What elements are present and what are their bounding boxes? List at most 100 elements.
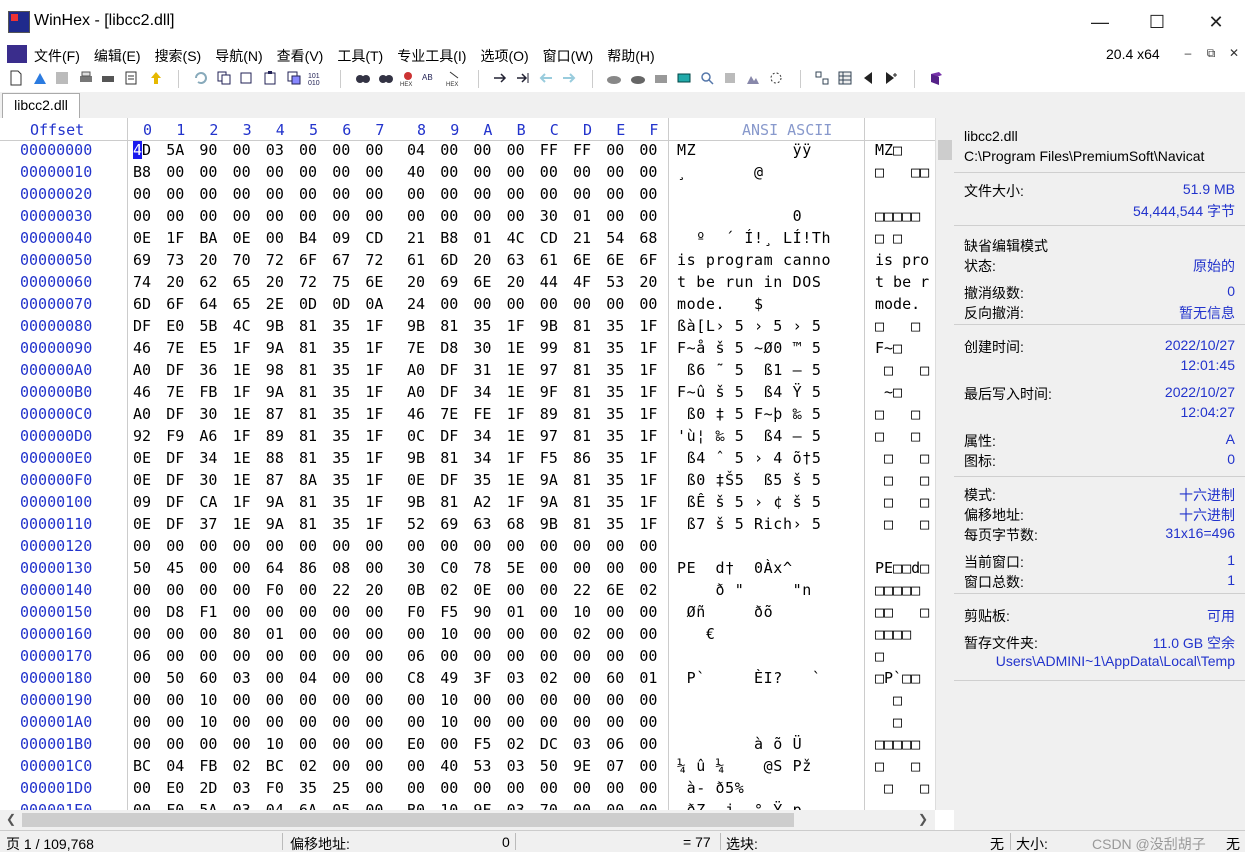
hex-byte[interactable]: 86 — [573, 449, 595, 467]
hex-byte[interactable]: B8 — [133, 163, 155, 181]
hex-byte[interactable]: 1E — [233, 361, 255, 379]
hex-byte[interactable]: 00 — [299, 581, 321, 599]
hex-byte[interactable]: 00 — [407, 185, 429, 203]
hex-byte[interactable]: 22 — [573, 581, 595, 599]
hex-byte[interactable]: 00 — [573, 537, 595, 555]
hex-byte[interactable]: 00 — [365, 669, 387, 687]
hex-byte[interactable]: 0E — [473, 581, 495, 599]
hex-byte[interactable]: 1F — [233, 339, 255, 357]
hex-byte[interactable]: 6E — [573, 251, 595, 269]
replace-hex-icon[interactable]: HEX — [446, 70, 462, 86]
hex-byte[interactable]: 00 — [540, 537, 562, 555]
hex-byte[interactable]: F0 — [407, 603, 429, 621]
hex-row[interactable]: 00000080 DF E0 5B 4C 9B 81 35 1F 9B 81 35 1F 9B 81 35 1F… — [0, 317, 935, 339]
hex-byte[interactable]: 7E — [166, 383, 188, 401]
hex-byte[interactable]: 10 — [199, 691, 221, 709]
hex-byte[interactable]: 36 — [199, 361, 221, 379]
hex-byte[interactable]: 07 — [606, 757, 628, 775]
hex-byte[interactable]: 00 — [639, 603, 661, 621]
hex-byte[interactable]: 1F — [507, 493, 529, 511]
hex-row[interactable]: 00000180 00 50 60 03 00 04 00 00 C8 49 3F 03 02 00 60 01… — [0, 669, 935, 691]
hex-byte[interactable]: 00 — [606, 779, 628, 797]
hex-byte[interactable]: 68 — [639, 229, 661, 247]
hex-byte[interactable]: 1F — [233, 493, 255, 511]
hex-byte[interactable]: A6 — [199, 427, 221, 445]
hex-byte[interactable]: 20 — [199, 251, 221, 269]
hex-byte[interactable]: 00 — [166, 537, 188, 555]
maximize-icon[interactable]: ☐ — [1127, 0, 1187, 44]
hex-byte[interactable]: 00 — [199, 581, 221, 599]
hex-byte[interactable]: 00 — [540, 779, 562, 797]
hex-byte[interactable]: 00 — [332, 537, 354, 555]
hex-byte[interactable]: D8 — [440, 339, 462, 357]
hex-byte[interactable]: 81 — [299, 515, 321, 533]
menu-item-1[interactable]: 编辑(E) — [94, 46, 141, 66]
hex-byte[interactable]: 00 — [573, 295, 595, 313]
ascii-text[interactable]: □ □ — [875, 427, 933, 445]
hex-byte[interactable]: 04 — [299, 669, 321, 687]
hex-byte[interactable]: 92 — [133, 427, 155, 445]
hex-row[interactable]: 00000190 00 00 10 00 00 00 00 00 00 10 00 00 00 00 00 00… — [0, 691, 935, 713]
hex-byte[interactable]: 00 — [266, 207, 288, 225]
hex-byte[interactable]: 02 — [573, 625, 595, 643]
hex-byte[interactable]: 00 — [266, 229, 288, 247]
hex-byte[interactable]: 00 — [365, 141, 387, 159]
hex-row[interactable]: 000000E0 0E DF 34 1E 88 81 35 1F 9B 81 34 1F F5 86 35 1F… — [0, 449, 935, 471]
hex-byte[interactable]: 35 — [332, 383, 354, 401]
hex-byte[interactable]: 00 — [233, 735, 255, 753]
hex-byte[interactable]: 00 — [407, 713, 429, 731]
horizontal-scroll-thumb[interactable] — [22, 813, 794, 827]
hex-byte[interactable]: 4F — [573, 273, 595, 291]
hex-byte[interactable]: 35 — [606, 471, 628, 489]
hex-byte[interactable]: 00 — [639, 141, 661, 159]
hex-byte[interactable]: 20 — [266, 273, 288, 291]
hex-byte[interactable]: 00 — [473, 779, 495, 797]
hex-byte[interactable]: 00 — [473, 625, 495, 643]
ansi-text[interactable]: ßÊ š 5 › ¢ š 5 — [677, 493, 821, 511]
hex-byte[interactable]: 34 — [473, 383, 495, 401]
hex-byte[interactable]: 00 — [407, 757, 429, 775]
hex-byte[interactable]: 90 — [199, 141, 221, 159]
hex-byte[interactable]: 01 — [266, 625, 288, 643]
find-icon[interactable] — [355, 70, 371, 86]
hex-row[interactable]: 000000A0 A0 DF 36 1E 98 81 35 1F A0 DF 31 1E 97 81 35 1F… — [0, 361, 935, 383]
hex-byte[interactable]: 00 — [639, 625, 661, 643]
hex-byte[interactable]: 81 — [299, 383, 321, 401]
ansi-text[interactable]: ß4 ˆ 5 › 4 õ†5 — [677, 449, 821, 467]
hex-byte[interactable]: 00 — [133, 801, 155, 810]
hex-byte[interactable]: 1E — [233, 515, 255, 533]
hex-byte[interactable]: 35 — [606, 427, 628, 445]
mdi-minimize-icon[interactable]: – — [1176, 46, 1200, 60]
hex-byte[interactable]: 81 — [440, 317, 462, 335]
hex-byte[interactable]: 00 — [440, 141, 462, 159]
hex-byte[interactable]: 00 — [233, 185, 255, 203]
hex-byte[interactable]: 70 — [233, 251, 255, 269]
hex-byte[interactable]: 00 — [507, 691, 529, 709]
hex-byte[interactable]: 00 — [473, 185, 495, 203]
hex-byte[interactable]: 0D — [299, 295, 321, 313]
hex-byte[interactable]: 1F — [507, 449, 529, 467]
hex-byte[interactable]: 00 — [606, 163, 628, 181]
hex-byte[interactable]: 03 — [507, 757, 529, 775]
hex-byte[interactable]: 60 — [606, 669, 628, 687]
ascii-text[interactable]: □ □ — [875, 405, 933, 423]
hex-byte[interactable]: 00 — [233, 207, 255, 225]
hex-byte[interactable]: 00 — [233, 691, 255, 709]
hex-byte[interactable]: 00 — [407, 537, 429, 555]
hex-byte[interactable]: 00 — [166, 581, 188, 599]
hex-byte[interactable]: 00 — [166, 625, 188, 643]
hex-byte[interactable]: 01 — [473, 229, 495, 247]
hex-byte[interactable]: 04 — [166, 757, 188, 775]
ansi-text[interactable]: t be run in DOS — [677, 273, 831, 291]
hex-byte[interactable]: 1F — [639, 471, 661, 489]
hex-byte[interactable]: 00 — [473, 713, 495, 731]
hex-byte[interactable]: 00 — [606, 801, 628, 810]
hex-byte[interactable]: 09 — [332, 229, 354, 247]
hex-byte[interactable]: 1E — [507, 383, 529, 401]
hex-byte[interactable]: 00 — [407, 625, 429, 643]
hex-byte[interactable]: 00 — [639, 647, 661, 665]
ansi-text[interactable]: MZ ÿÿ — [677, 141, 812, 159]
hex-byte[interactable]: 35 — [606, 449, 628, 467]
hex-byte[interactable]: 0E — [407, 471, 429, 489]
hex-byte[interactable]: 50 — [133, 559, 155, 577]
